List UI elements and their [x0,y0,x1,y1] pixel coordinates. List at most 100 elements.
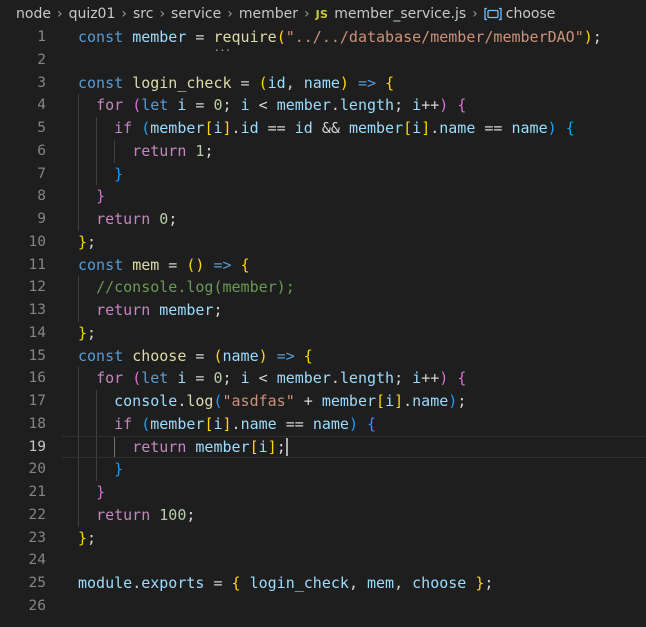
breadcrumb-item-member[interactable]: member [239,6,298,22]
code-line[interactable]: 26 [0,595,646,618]
code-line[interactable]: 7 } [0,162,646,186]
code-token: choose [132,346,187,365]
code-line[interactable]: 19 return member[i]; [0,435,646,459]
code-text: } [78,163,123,186]
code-token: { [303,346,313,365]
breadcrumb-item-src[interactable]: src [133,6,153,22]
code-token: "asdfas" [222,392,295,410]
code-token: 0 [213,369,223,388]
code-token: ; [222,369,241,388]
code-token: login_check [249,574,349,592]
code-line[interactable]: 20 } [0,458,646,481]
breadcrumb-file[interactable]: JS member_service.js [316,6,467,22]
breadcrumb-symbol[interactable]: choose [484,6,555,22]
code-token: = [231,73,259,92]
chevron-right-icon: › [56,6,63,22]
code-token: , [348,574,367,592]
code-token: , [394,574,413,592]
code-editor[interactable]: 1const member = require("../../database/… [0,26,646,618]
code-line[interactable]: 1 const member = require("../../database/… [0,26,646,49]
editor-window: node › quiz01 › src › service › member ›… [0,0,646,627]
code-token: mem [367,574,395,592]
code-token: . [132,574,142,592]
breadcrumb-item-quiz01[interactable]: quiz01 [69,6,116,22]
code-line[interactable]: 3 const login_check = (id, name) => { [0,72,646,95]
code-token: , [285,73,304,92]
code-token: ( [132,96,142,115]
code-token: length [339,369,395,388]
code-token: { [367,414,377,433]
code-token: ; [168,210,178,228]
code-token: ; [186,505,196,524]
code-token: //console.log(member); [96,278,295,297]
code-token: require [213,28,276,46]
code-line[interactable]: 24 [0,549,646,572]
code-line[interactable]: 17 console.log("asdfas" + member[i].name… [0,390,646,413]
code-token: console [114,392,178,410]
code-text: const login_check = (id, name) => { [78,72,394,95]
code-token: ) [439,96,449,115]
code-token: ; [87,323,97,342]
breadcrumb-item-node[interactable]: node [16,6,51,22]
code-text: return 100; [78,504,195,527]
code-line[interactable]: 8 } [0,185,646,208]
code-text: }; [78,322,96,345]
code-token: { [457,369,467,388]
code-line[interactable]: 5 if (member[i].id == id && member[i].na… [0,117,646,140]
line-number: 4 [37,97,46,114]
code-token: choose [412,574,467,592]
code-token: } [96,187,106,206]
code-line[interactable]: 6 return 1; [0,139,646,163]
code-line[interactable]: 10}; [0,231,646,254]
code-token: member [321,392,377,410]
code-line[interactable]: 18 if (member[i].name == name) { [0,412,646,436]
code-token: ) [348,414,358,433]
code-line[interactable]: 25 module.exports = { login_check, mem, c… [0,572,646,595]
chevron-right-icon: › [303,6,310,22]
code-token: name [222,346,259,365]
code-line[interactable]: 21 } [0,481,646,504]
code-text: for (let i = 0; i < member.length; i++) … [78,94,466,117]
code-line[interactable]: 9 return 0; [0,208,646,231]
code-line[interactable]: 12 //console.log(member); [0,276,646,299]
breadcrumb-item-service[interactable]: service [171,6,221,22]
code-token: { [240,255,250,274]
code-token: module [78,574,133,592]
code-token: = [186,346,214,365]
code-token: return [96,210,151,228]
code-line[interactable]: 22 return 100; [0,503,646,527]
code-line[interactable]: 2 [0,49,646,72]
code-token: name [412,392,449,410]
line-number: 20 [28,461,46,478]
code-line[interactable]: 16 for (let i = 0; i < member.length; i+… [0,367,646,390]
code-line[interactable]: 14}; [0,322,646,345]
code-token: 0 [159,210,169,228]
code-token: return [132,141,187,160]
code-token: ) [339,73,349,92]
code-token: id [240,119,259,137]
code-token: const [78,346,133,365]
code-line[interactable]: 15 const choose = (name) => { [0,345,646,368]
code-token: mem [132,255,160,274]
code-token: ] [421,119,431,137]
code-token: . [330,96,340,115]
code-line[interactable]: 13 return member; [0,299,646,322]
code-token: ( [213,346,223,365]
code-token: i [258,437,268,456]
code-token: ; [484,574,494,592]
code-text: return member[i]; [78,436,286,459]
code-line[interactable]: 23}; [0,527,646,550]
code-text: const choose = (name) => { [78,345,313,368]
code-line[interactable]: 11 const mem = () => { [0,254,646,277]
code-token: ; [87,528,97,547]
code-line[interactable]: 4 for (let i = 0; i < member.length; i++… [0,94,646,117]
